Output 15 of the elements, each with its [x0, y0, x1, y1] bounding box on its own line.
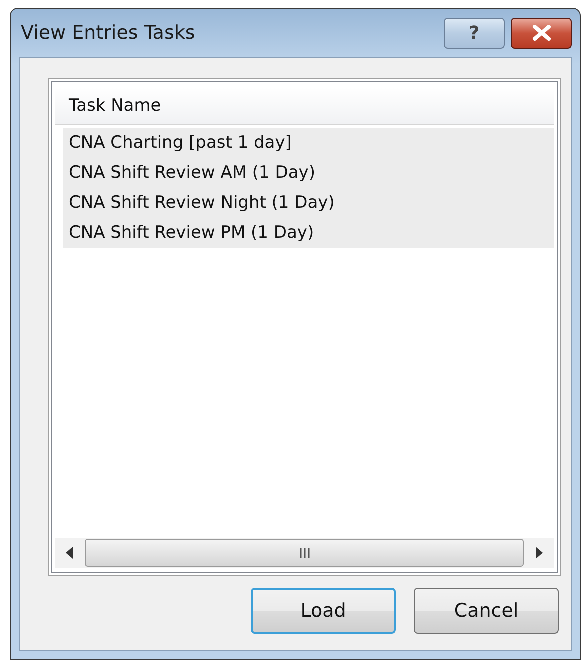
grip-icon	[298, 548, 310, 558]
scroll-right-icon[interactable]	[535, 547, 543, 559]
task-row[interactable]: CNA Charting [past 1 day]	[63, 128, 554, 158]
scroll-thumb[interactable]	[85, 539, 524, 567]
cancel-button[interactable]: Cancel	[414, 588, 559, 634]
scroll-left-icon[interactable]	[66, 547, 74, 559]
close-button[interactable]	[511, 18, 572, 48]
window-title: View Entries Tasks	[20, 22, 196, 44]
horizontal-scrollbar[interactable]	[55, 538, 554, 568]
task-row[interactable]: CNA Shift Review AM (1 Day)	[63, 158, 554, 188]
close-icon	[530, 25, 552, 41]
task-row[interactable]: CNA Shift Review Night (1 Day)	[63, 188, 554, 218]
task-row[interactable]: CNA Shift Review PM (1 Day)	[63, 218, 554, 248]
load-button[interactable]: Load	[251, 588, 396, 634]
help-button[interactable]: ?	[444, 18, 505, 48]
